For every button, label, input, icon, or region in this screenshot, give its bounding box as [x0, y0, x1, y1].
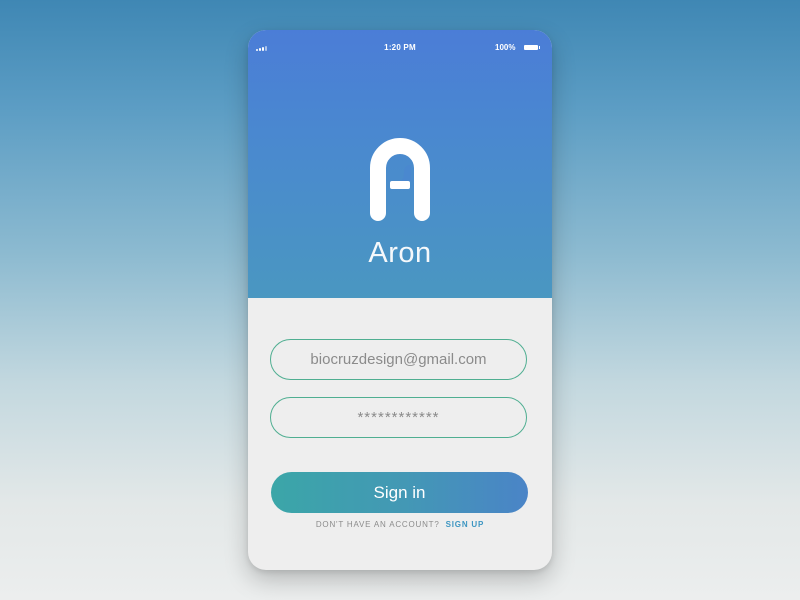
signal-bar	[259, 48, 261, 51]
mobile-login-screen: 1:20 PM 100% Aron Sign in DON'T HAVE AN …	[248, 30, 552, 570]
signup-prompt-text: DON'T HAVE AN ACCOUNT?	[315, 520, 440, 529]
signal-icon	[256, 45, 270, 51]
signup-prompt-row: DON'T HAVE AN ACCOUNT? SIGN UP	[248, 520, 552, 529]
status-time: 1:20 PM	[384, 43, 416, 52]
aron-logo-icon	[370, 138, 430, 221]
status-bar: 1:20 PM 100%	[248, 30, 552, 52]
signal-bar	[262, 47, 264, 51]
battery-icon	[524, 45, 540, 50]
email-field[interactable]	[270, 339, 527, 380]
signal-bar	[256, 49, 258, 51]
signal-bar	[265, 46, 267, 51]
header-gradient: 1:20 PM 100% Aron	[248, 30, 552, 298]
sign-in-button[interactable]: Sign in	[271, 472, 528, 513]
battery-percent: 100%	[495, 43, 516, 52]
password-field[interactable]	[270, 397, 527, 438]
sign-up-link[interactable]: SIGN UP	[446, 520, 485, 529]
brand-name: Aron	[368, 237, 432, 269]
